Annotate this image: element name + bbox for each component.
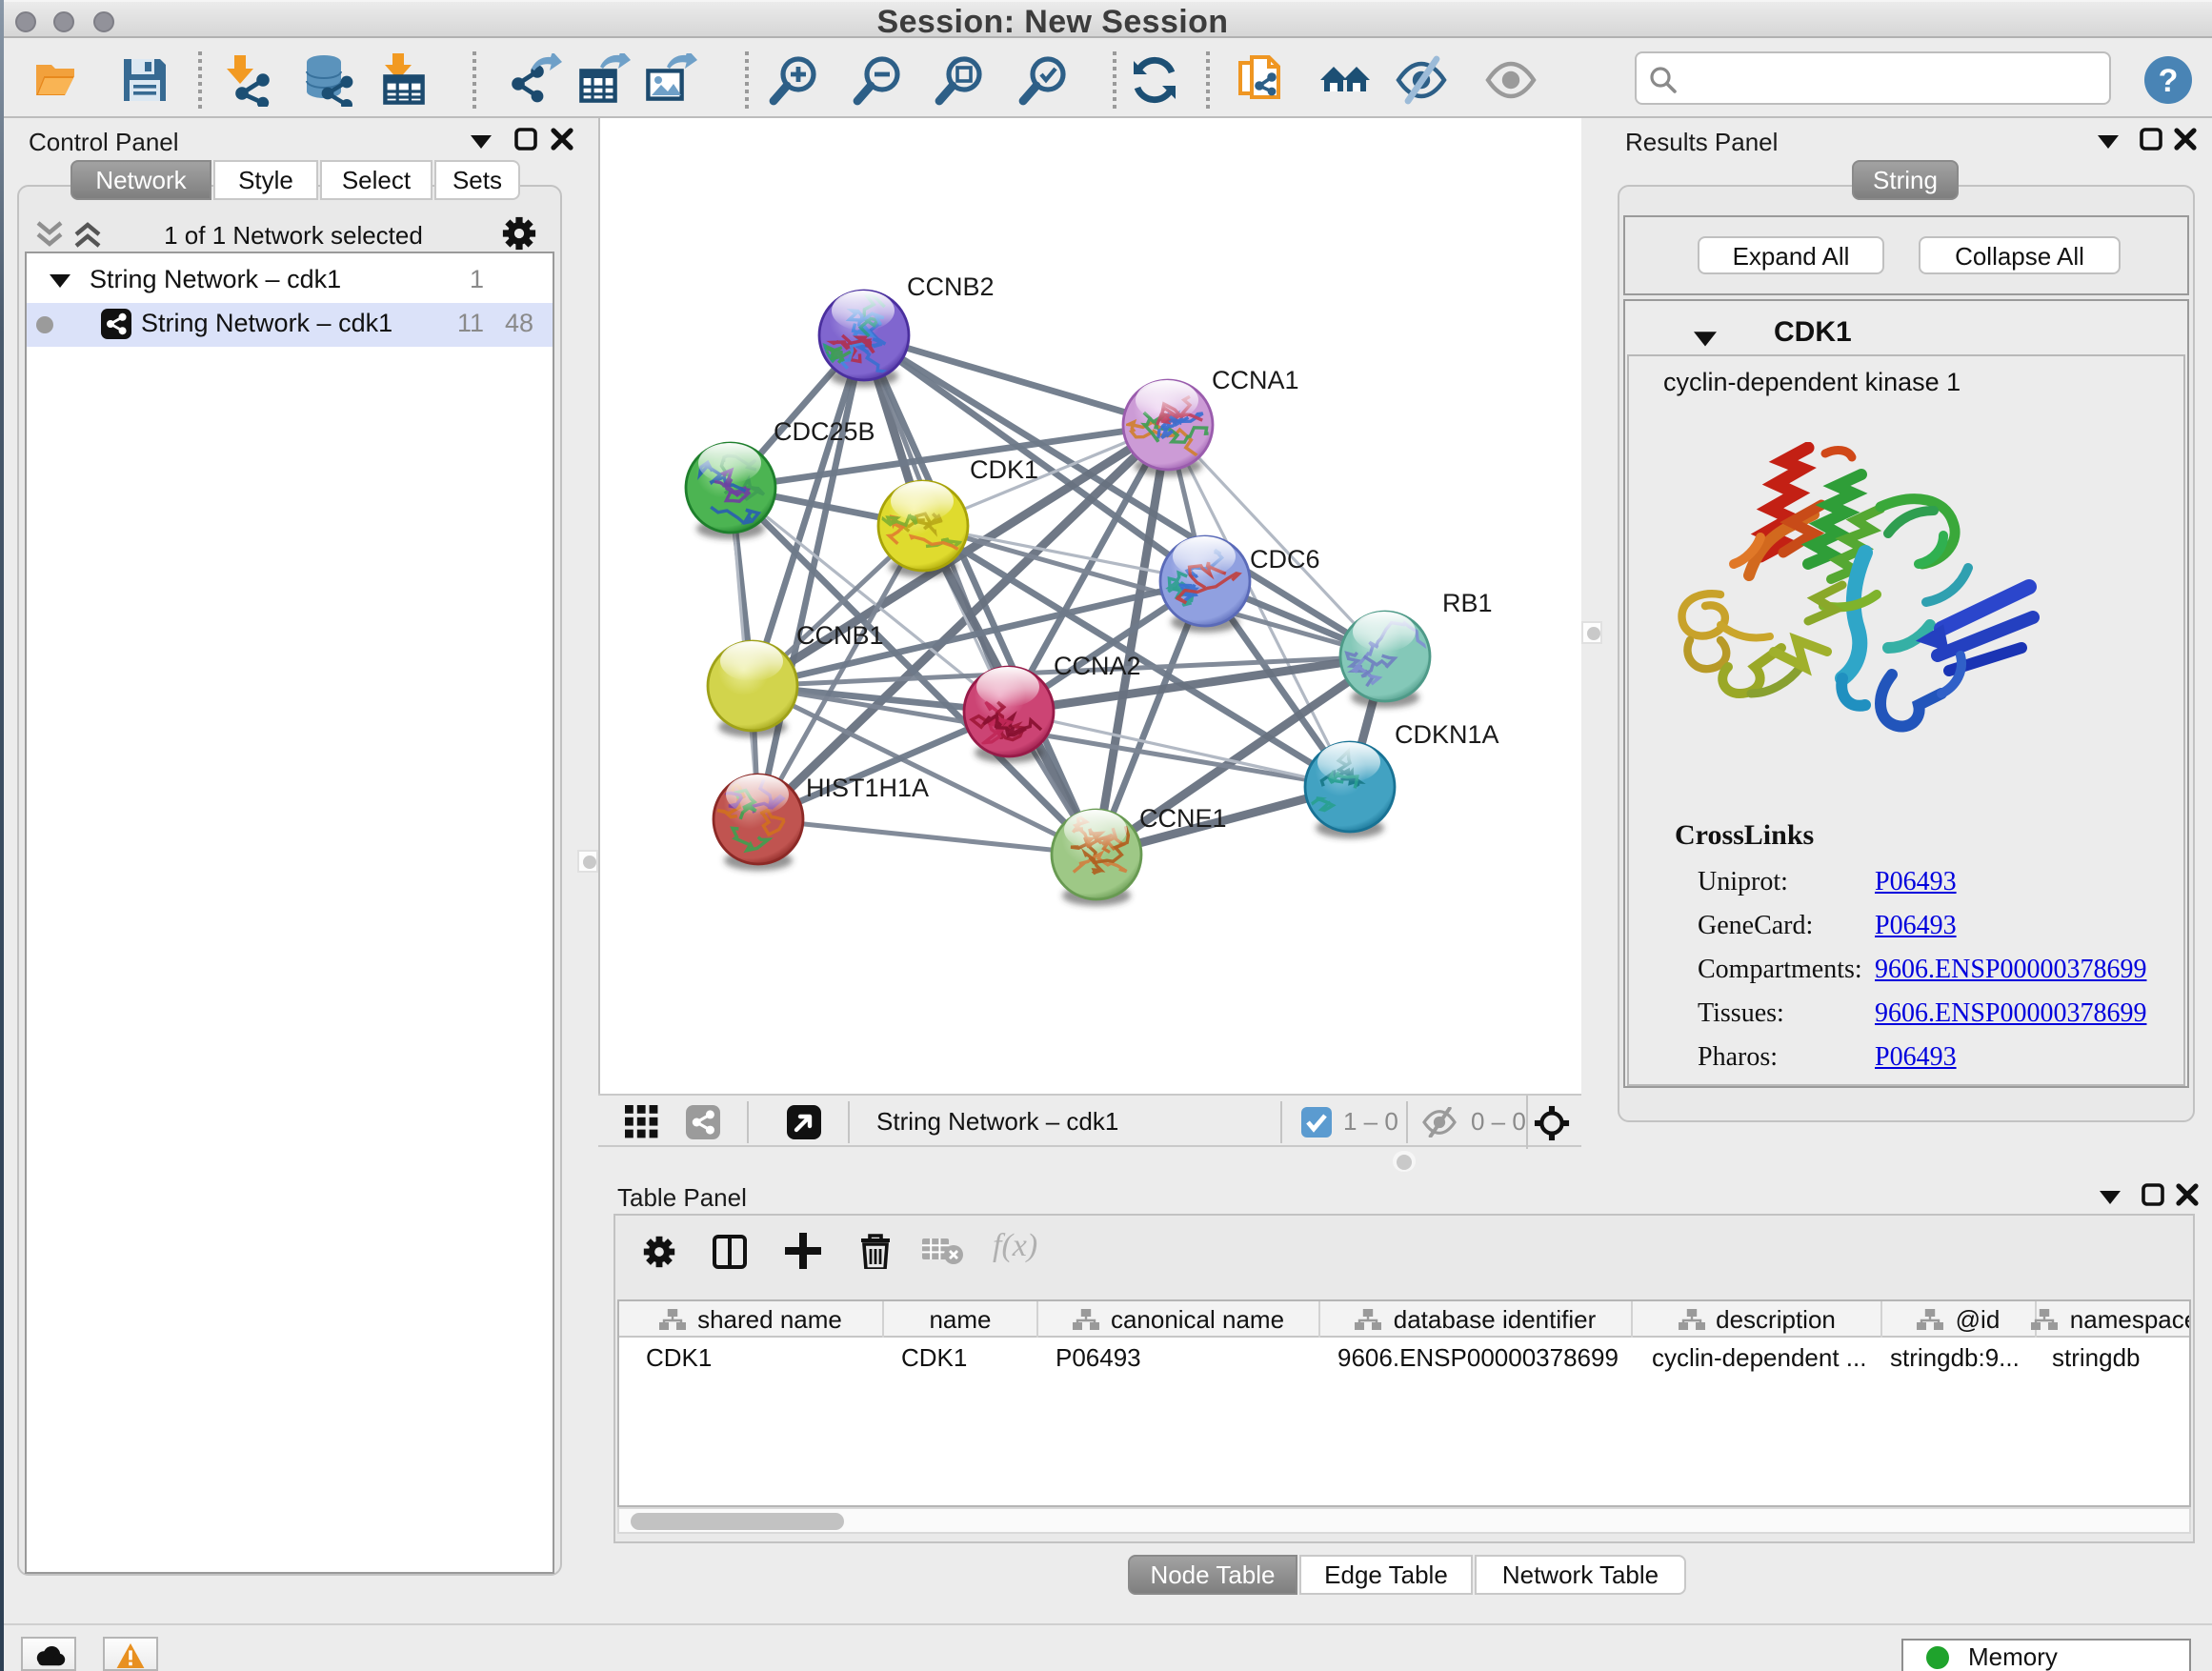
- svg-text:HIST1H1A: HIST1H1A: [806, 774, 929, 802]
- svg-text:CCNB1: CCNB1: [796, 621, 884, 650]
- svg-text:CCNA1: CCNA1: [1212, 366, 1299, 394]
- svg-text:RB1: RB1: [1442, 589, 1493, 617]
- svg-text:CCNA2: CCNA2: [1054, 652, 1141, 680]
- svg-text:CDC25B: CDC25B: [774, 417, 875, 446]
- svg-text:CCNE1: CCNE1: [1139, 804, 1227, 833]
- svg-text:CCNB2: CCNB2: [907, 272, 995, 301]
- svg-text:?: ?: [2159, 63, 2179, 99]
- svg-text:CDKN1A: CDKN1A: [1395, 720, 1499, 749]
- svg-text:CDC6: CDC6: [1250, 545, 1320, 574]
- svg-text:CDK1: CDK1: [970, 455, 1038, 484]
